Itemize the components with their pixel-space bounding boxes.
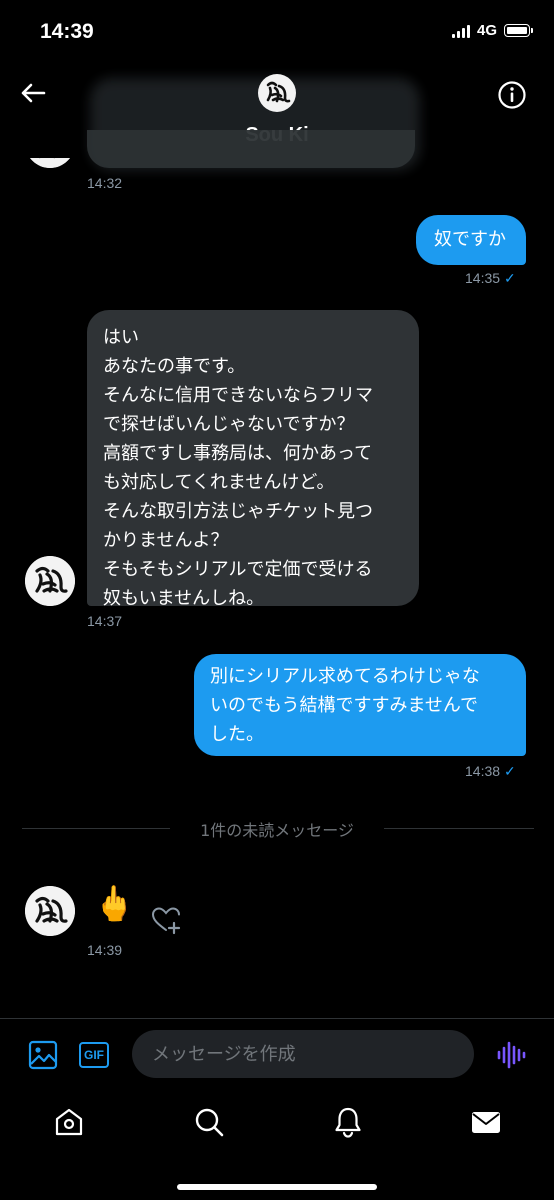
message-timestamp: 14:32 <box>87 175 123 191</box>
message-line: かりませんよ？ <box>103 530 229 551</box>
search-icon[interactable] <box>193 1106 225 1138</box>
avatar[interactable] <box>25 886 75 936</box>
back-arrow-icon[interactable] <box>18 78 48 108</box>
message-line: あなたの事です。 <box>103 356 246 377</box>
timestamp-text: 14:38 <box>465 763 501 779</box>
composer-divider <box>0 1018 554 1019</box>
message-line: した。 <box>210 724 264 745</box>
message-timestamp: 14:37 <box>87 613 123 629</box>
received-bubble-partial[interactable] <box>87 130 415 168</box>
home-indicator[interactable] <box>177 1184 377 1190</box>
header-avatar[interactable] <box>258 74 296 112</box>
status-time: 14:39 <box>40 20 94 43</box>
message-line: 高額ですし事務局は、何かあって <box>103 443 373 464</box>
status-indicators: 4G <box>451 22 533 39</box>
read-check-icon: ✓ <box>504 270 516 286</box>
unread-divider: 1件の未読メッセージ <box>200 821 354 840</box>
message-timestamp: 14:38 ✓ <box>465 763 516 780</box>
read-check-icon: ✓ <box>504 763 516 779</box>
heart-plus-icon[interactable] <box>150 904 182 936</box>
message-line: そんな取引方法じゃチケット見つ <box>103 501 373 522</box>
message-line: で探せばいんじゃないですか？ <box>103 414 355 435</box>
sent-message-bubble[interactable]: 奴ですか <box>416 215 526 265</box>
gif-label: GIF <box>84 1048 104 1062</box>
avatar[interactable] <box>25 556 75 606</box>
sent-message-bubble[interactable]: 別にシリアル求めてるわけじゃな いのでもう結構ですすみませんで した。 <box>194 654 526 756</box>
message-line: も対応してくれませんけど。 <box>103 472 335 493</box>
mail-icon[interactable] <box>470 1106 502 1138</box>
voice-icon[interactable] <box>495 1040 527 1070</box>
image-icon[interactable] <box>28 1040 58 1070</box>
home-icon[interactable] <box>53 1106 85 1138</box>
message-line: はい <box>103 327 139 348</box>
bell-icon[interactable] <box>332 1106 364 1138</box>
message-line: 奴もいませんしね。 <box>103 588 265 609</box>
emoji-message[interactable]: 🖕 <box>93 884 135 924</box>
timestamp-text: 14:35 <box>465 270 501 286</box>
battery-icon <box>504 24 533 37</box>
message-timestamp: 14:39 <box>87 942 123 958</box>
gif-icon[interactable]: GIF <box>79 1042 109 1068</box>
info-icon[interactable] <box>497 80 527 110</box>
message-timestamp: 14:35 ✓ <box>465 270 516 287</box>
message-line: そんなに信用できないならフリマ <box>103 385 373 406</box>
message-line: そもそもシリアルで定価で受ける <box>103 559 373 580</box>
network-type: 4G <box>476 22 497 39</box>
message-input[interactable] <box>132 1030 474 1078</box>
signal-icon <box>451 24 470 38</box>
message-text: 奴ですか <box>434 229 506 250</box>
message-line: 別にシリアル求めてるわけじゃな <box>210 666 480 687</box>
received-message-bubble[interactable]: はい あなたの事です。 そんなに信用できないならフリマ で探せばいんじゃないです… <box>87 310 419 609</box>
message-line: いのでもう結構ですすみませんで <box>210 695 479 716</box>
